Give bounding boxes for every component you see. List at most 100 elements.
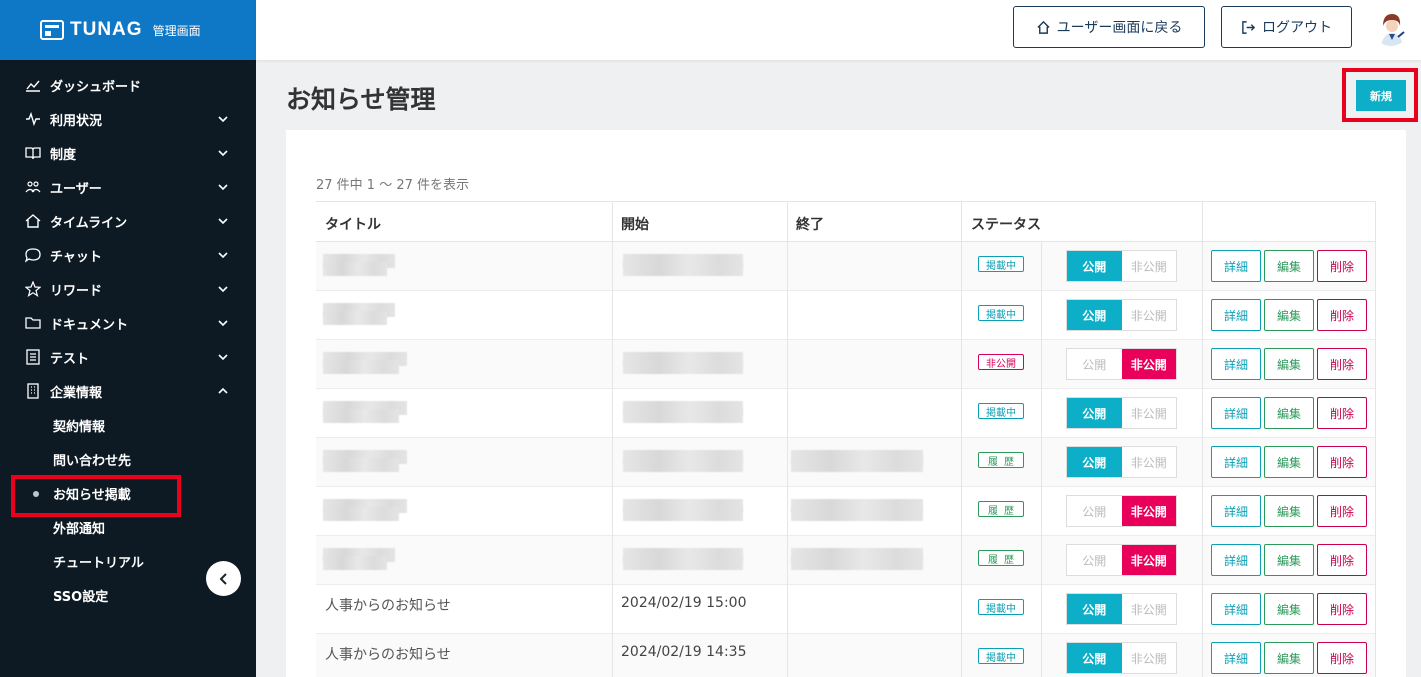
sidebar-item-label: テスト (50, 351, 90, 367)
sidebar: TUNAG 管理画面 ダッシュボード 利用状況 制度ユーザータイムラインチャットリワ… (0, 0, 256, 677)
detail-button[interactable]: 詳細 (1211, 642, 1261, 674)
edit-button[interactable]: 編集 (1264, 544, 1314, 576)
detail-button[interactable]: 詳細 (1211, 544, 1261, 576)
detail-button[interactable]: 詳細 (1211, 495, 1261, 527)
unpublish-button[interactable]: 非公開 (1122, 447, 1177, 477)
sidebar-item-label: チャット (50, 249, 102, 265)
star-icon (24, 280, 42, 298)
new-button[interactable]: 新規 (1356, 80, 1406, 111)
edit-button[interactable]: 編集 (1264, 495, 1314, 527)
chevron-down-icon (218, 286, 228, 293)
sidebar-item-1[interactable]: 利用状況 (0, 102, 256, 136)
unpublish-button[interactable]: 非公開 (1122, 300, 1177, 330)
brand-bar[interactable]: TUNAG 管理画面 (0, 0, 256, 60)
publish-button[interactable]: 公開 (1067, 545, 1122, 575)
publish-button[interactable]: 公開 (1067, 398, 1122, 428)
sidebar-subitem-2[interactable]: お知らせ掲載 (0, 476, 256, 510)
sidebar-item-4[interactable]: タイムライン (0, 204, 256, 238)
delete-button[interactable]: 削除 (1317, 446, 1367, 478)
status-badge: 掲載中 (978, 599, 1024, 615)
sidebar-subitem-3[interactable]: 外部通知 (0, 510, 256, 544)
list-icon (24, 348, 42, 366)
publish-button[interactable]: 公開 (1067, 349, 1122, 379)
unpublish-button[interactable]: 非公開 (1122, 398, 1177, 428)
edit-button[interactable]: 編集 (1264, 250, 1314, 282)
redacted-end (791, 556, 923, 570)
publish-button[interactable]: 公開 (1067, 594, 1122, 624)
redacted-start (623, 360, 743, 374)
logout-icon (1242, 20, 1256, 34)
detail-button[interactable]: 詳細 (1211, 299, 1261, 331)
column-divider (1202, 201, 1203, 677)
sidebar-subitem-1[interactable]: 問い合わせ先 (0, 442, 256, 476)
detail-button[interactable]: 詳細 (1211, 593, 1261, 625)
sidebar-item-0[interactable]: ダッシュボード (0, 68, 256, 102)
status-badge: 掲載中 (978, 648, 1024, 664)
announcements-table: タイトル 開始 終了 ステータス 掲載中 公開 非公開 詳細 編集 削除 掲載中 公開… (316, 201, 1376, 677)
sidebar-item-6[interactable]: リワード (0, 272, 256, 306)
publish-button[interactable]: 公開 (1067, 496, 1122, 526)
edit-button[interactable]: 編集 (1264, 593, 1314, 625)
publish-toggle: 公開 非公開 (1066, 544, 1177, 576)
redacted-title (323, 556, 387, 570)
redacted-title (323, 311, 387, 325)
sidebar-item-7[interactable]: ドキュメント (0, 306, 256, 340)
sidebar-item-9[interactable]: 企業情報 (0, 374, 256, 408)
edit-button[interactable]: 編集 (1264, 642, 1314, 674)
publish-button[interactable]: 公開 (1067, 251, 1122, 281)
table-body: 掲載中 公開 非公開 詳細 編集 削除 掲載中 公開 非公開 詳細 編集 削除 非公開 公開… (316, 242, 1376, 677)
status-badge: 履歴 (978, 452, 1024, 468)
column-header-status: ステータス (971, 217, 1041, 233)
folder-icon (24, 314, 42, 332)
sidebar-item-5[interactable]: チャット (0, 238, 256, 272)
status-badge: 掲載中 (978, 256, 1024, 272)
delete-button[interactable]: 削除 (1317, 593, 1367, 625)
publish-button[interactable]: 公開 (1067, 643, 1122, 673)
unpublish-button[interactable]: 非公開 (1121, 496, 1176, 526)
publish-toggle: 公開 非公開 (1066, 495, 1177, 527)
chevron-down-icon (218, 252, 228, 259)
back-to-user-screen-button[interactable]: ユーザー画面に戻る (1013, 6, 1205, 48)
detail-button[interactable]: 詳細 (1211, 348, 1261, 380)
user-avatar[interactable] (1373, 10, 1409, 46)
detail-button[interactable]: 詳細 (1211, 250, 1261, 282)
chevron-down-icon (218, 184, 228, 191)
detail-button[interactable]: 詳細 (1211, 446, 1261, 478)
delete-button[interactable]: 削除 (1317, 397, 1367, 429)
edit-button[interactable]: 編集 (1264, 397, 1314, 429)
publish-toggle: 公開 非公開 (1066, 397, 1177, 429)
publish-toggle: 公開 非公開 (1066, 348, 1177, 380)
unpublish-button[interactable]: 非公開 (1121, 349, 1176, 379)
users-icon (24, 178, 42, 196)
unpublish-button[interactable]: 非公開 (1122, 594, 1177, 624)
delete-button[interactable]: 削除 (1317, 299, 1367, 331)
detail-button[interactable]: 詳細 (1211, 397, 1261, 429)
sidebar-item-3[interactable]: ユーザー (0, 170, 256, 204)
unpublish-button[interactable]: 非公開 (1122, 251, 1177, 281)
collapse-sidebar-button[interactable] (206, 561, 241, 596)
publish-button[interactable]: 公開 (1067, 447, 1122, 477)
column-header-start: 開始 (621, 217, 649, 233)
delete-button[interactable]: 削除 (1317, 348, 1367, 380)
edit-button[interactable]: 編集 (1264, 348, 1314, 380)
sidebar-item-2[interactable]: 制度 (0, 136, 256, 170)
redacted-start (623, 556, 743, 570)
edit-button[interactable]: 編集 (1264, 446, 1314, 478)
chevron-down-icon (218, 218, 228, 225)
column-divider (1375, 201, 1376, 677)
column-divider (787, 201, 788, 677)
logout-button[interactable]: ログアウト (1221, 6, 1352, 48)
publish-toggle: 公開 非公開 (1066, 250, 1177, 282)
unpublish-button[interactable]: 非公開 (1121, 545, 1176, 575)
edit-button[interactable]: 編集 (1264, 299, 1314, 331)
publish-button[interactable]: 公開 (1067, 300, 1122, 330)
delete-button[interactable]: 削除 (1317, 250, 1367, 282)
sidebar-item-label: ユーザー (50, 181, 102, 197)
unpublish-button[interactable]: 非公開 (1122, 643, 1177, 673)
sidebar-item-8[interactable]: テスト (0, 340, 256, 374)
delete-button[interactable]: 削除 (1317, 642, 1367, 674)
delete-button[interactable]: 削除 (1317, 544, 1367, 576)
sidebar-subitem-0[interactable]: 契約情報 (0, 408, 256, 442)
table-row: 人事からのお知らせ 2024/02/19 15:00 掲載中 公開 非公開 詳細 編集… (316, 585, 1376, 634)
delete-button[interactable]: 削除 (1317, 495, 1367, 527)
